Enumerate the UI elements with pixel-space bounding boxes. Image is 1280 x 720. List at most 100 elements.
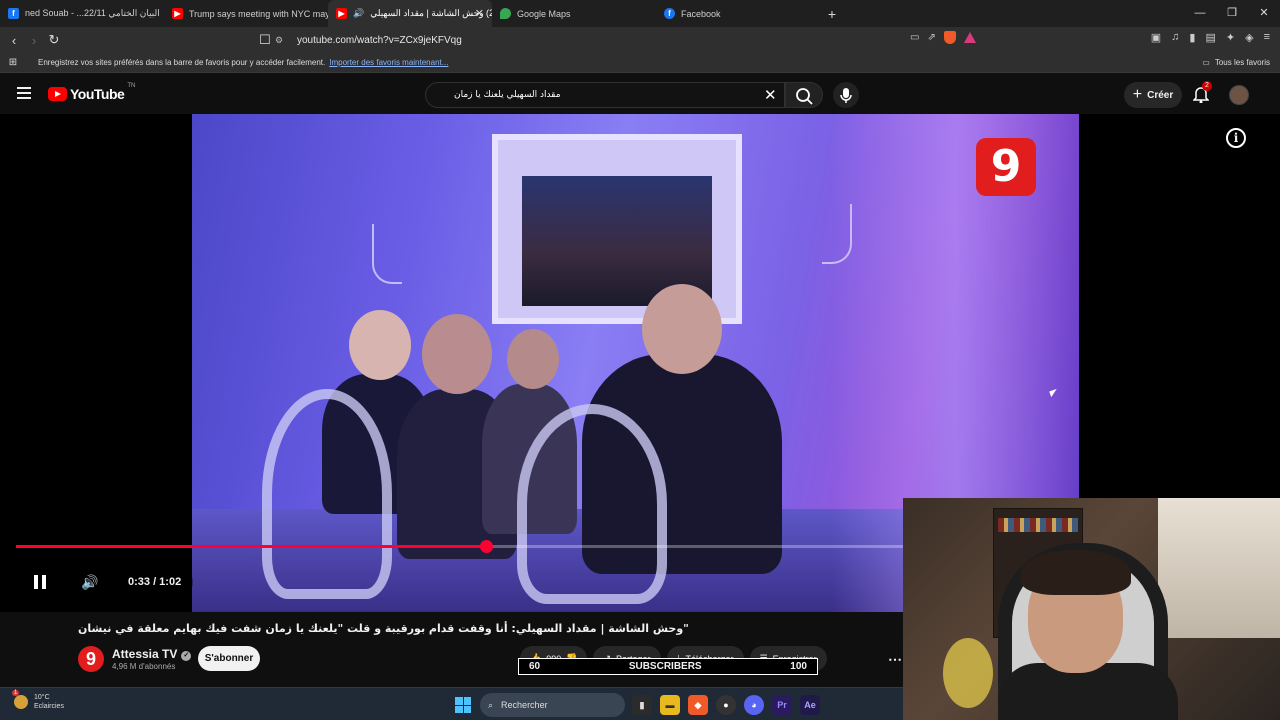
site-info-icon[interactable]: ⚙ [275, 35, 289, 46]
info-icon[interactable]: i [1226, 128, 1246, 148]
weather-icon: 1 [12, 690, 28, 709]
leo-icon[interactable]: ✦ [1226, 31, 1235, 44]
obs-icon[interactable]: ● [716, 695, 736, 715]
brave-shield-icon[interactable] [943, 31, 956, 44]
webcam-books [998, 518, 1078, 532]
forward-icon[interactable]: › [24, 33, 44, 48]
channel-name[interactable]: Attessia TV ✓ [112, 647, 192, 661]
volume-icon[interactable]: 🔊 [72, 564, 108, 600]
search-button[interactable] [785, 82, 823, 108]
address-bar: ‹ › ↻ ☐ ⚙ youtube.com/watch?v=ZCx9jeKFVq… [0, 27, 1280, 53]
cast-icon[interactable]: ▭ [910, 32, 919, 43]
close-window-icon[interactable]: ✕ [1248, 0, 1280, 27]
youtube-logo[interactable]: YouTube TN [48, 83, 136, 102]
brave-rewards-icon[interactable] [963, 32, 976, 43]
search-box: ✕ [425, 82, 785, 108]
pause-button[interactable] [22, 564, 58, 600]
search-icon [796, 88, 813, 105]
guest-head [507, 329, 559, 389]
webcam-window [1158, 498, 1280, 638]
back-icon[interactable]: ‹ [4, 33, 24, 48]
logo-text: YouTube [70, 86, 125, 102]
clear-search-icon[interactable]: ✕ [764, 86, 777, 104]
weather-condition: Eclaircies [34, 703, 64, 710]
reload-icon[interactable]: ↻ [44, 32, 64, 48]
create-button[interactable]: + Créer [1124, 82, 1182, 108]
webcam-overlay [903, 498, 1280, 720]
avatar[interactable] [1229, 85, 1249, 105]
weather-badge: 1 [12, 690, 20, 696]
bookmark-icon[interactable]: ☐ [255, 32, 275, 48]
youtube-icon: ▶ [336, 8, 347, 19]
task-view-icon[interactable]: ▮ [632, 695, 652, 715]
windows-taskbar: 1 10°C Eclaircies ⌕ Rechercher ▮ ▬ ◆ ● ◕… [0, 687, 903, 720]
apps-grid-icon[interactable]: ⊞ [0, 57, 26, 68]
url-field[interactable]: ⚙ youtube.com/watch?v=ZCx9jeKFVqg [275, 30, 995, 50]
taskbar-search-placeholder: Rechercher [501, 700, 548, 710]
host-head [642, 284, 722, 374]
discord-icon[interactable]: ◕ [744, 695, 764, 715]
taskbar-apps: ▮ ▬ ◆ ● ◕ Pr Ae [632, 695, 820, 715]
region-code: TN [127, 83, 136, 89]
new-tab-button[interactable]: + [820, 6, 844, 22]
tab-youtube-active[interactable]: ▶ 🔊 (2) وحش الشاشة | مقداد السهيلي ✕ [328, 0, 492, 27]
channel-logo-overlay: 9 [976, 138, 1036, 196]
restore-icon[interactable]: ❐ [1216, 0, 1248, 27]
brave-browser-icon[interactable]: ◆ [688, 695, 708, 715]
taskbar-search[interactable]: ⌕ Rechercher [480, 693, 625, 717]
weather-widget[interactable]: 1 10°C Eclaircies [12, 690, 64, 711]
search-input[interactable] [454, 83, 774, 107]
import-bookmarks-link[interactable]: Importer des favoris maintenant... [329, 58, 448, 67]
notification-count: 2 [1202, 81, 1212, 91]
youtube-header: YouTube TN ✕ + Créer 2 [0, 73, 1280, 114]
close-tab-icon[interactable]: ✕ [475, 7, 484, 20]
folder-icon: ▭ [1202, 58, 1210, 67]
browser-toolbar: ▣ ♫ ▮ ▤ ✦ ◈ ≡ [1151, 31, 1270, 44]
tab-title: Facebook [681, 8, 721, 19]
channel-avatar[interactable]: 9 [78, 646, 104, 672]
tab-google-maps[interactable]: Google Maps [492, 0, 656, 27]
temperature: 10°C [34, 694, 50, 701]
verified-icon: ✓ [181, 651, 192, 661]
more-actions-icon[interactable]: ⋯ [888, 651, 902, 668]
create-label: Créer [1147, 89, 1174, 101]
menu-hamburger-icon[interactable] [17, 87, 31, 99]
subscriber-count: 4,96 M d'abonnés [112, 662, 176, 671]
media-icon[interactable]: ♫ [1171, 31, 1179, 44]
progress-fill [16, 545, 487, 548]
chair [517, 404, 667, 604]
after-effects-icon[interactable]: Ae [800, 695, 820, 715]
facebook-icon: f [8, 8, 19, 19]
plus-icon: + [1132, 86, 1143, 103]
tab-youtube-trump[interactable]: ▶ Trump says meeting with NYC mayor [164, 0, 328, 27]
menu-icon[interactable]: ≡ [1264, 31, 1270, 44]
wall-sconce [372, 224, 402, 284]
file-explorer-icon[interactable]: ▬ [660, 695, 680, 715]
bookmarks-bar: ⊞ Enregistrez vos sites préférés dans la… [0, 53, 1280, 73]
tab-facebook[interactable]: f Facebook [656, 0, 820, 27]
search-icon: ⌕ [488, 699, 494, 710]
all-bookmarks-label: Tous les favoris [1214, 58, 1270, 67]
sidebar-icon[interactable]: ▮ [1189, 31, 1195, 44]
window-controls: — ❐ ✕ [1184, 0, 1280, 27]
premiere-pro-icon[interactable]: Pr [772, 695, 792, 715]
guest-head [349, 310, 411, 380]
screenshot-icon[interactable]: ▣ [1151, 31, 1161, 44]
vpn-icon[interactable]: ◈ [1245, 31, 1253, 44]
facebook-icon: f [664, 8, 675, 19]
tab-facebook-post[interactable]: f ned Souab - ...22/11 البيان الختامي [0, 0, 164, 27]
speaker-icon[interactable]: 🔊 [353, 8, 364, 19]
windows-start-icon[interactable] [455, 697, 471, 713]
notifications-button[interactable]: 2 [1192, 81, 1212, 108]
minimize-icon[interactable]: — [1184, 0, 1216, 27]
tab-title: Trump says meeting with NYC mayor [189, 8, 328, 19]
all-bookmarks-button[interactable]: ▭ Tous les favoris [1202, 58, 1270, 67]
time-display: 0:33 / 1:02 [116, 566, 194, 598]
browser-tab-bar: f ned Souab - ...22/11 البيان الختامي ▶ … [0, 0, 1280, 27]
progress-bar[interactable] [16, 540, 903, 553]
voice-search-button[interactable] [833, 82, 859, 108]
share-icon[interactable]: ⇗ [927, 32, 935, 43]
goal-label: SUBSCRIBERS [628, 661, 702, 672]
subscribe-button[interactable]: S'abonner [198, 646, 260, 671]
wallet-icon[interactable]: ▤ [1205, 31, 1215, 44]
